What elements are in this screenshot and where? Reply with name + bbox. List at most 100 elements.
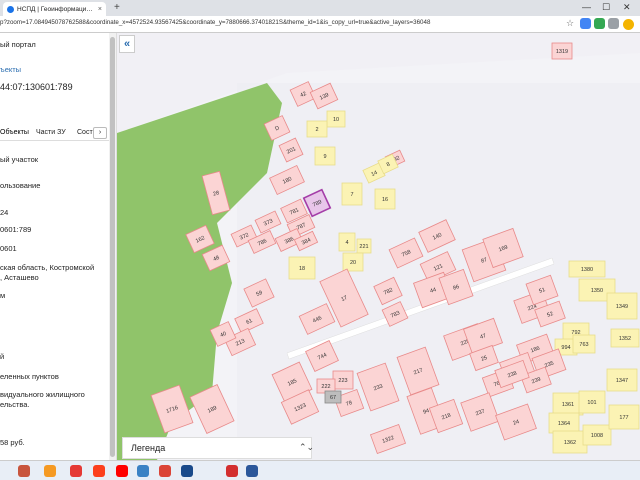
parcel[interactable]: 101 bbox=[578, 390, 606, 414]
field-cadastral-tail: 0601:789 bbox=[0, 225, 32, 234]
tabs-scroll-right-button[interactable]: › bbox=[93, 127, 107, 139]
maximize-button[interactable]: ☐ bbox=[602, 2, 610, 13]
parcel[interactable]: 223 bbox=[332, 370, 354, 390]
youtube-icon[interactable] bbox=[116, 465, 128, 477]
parcel[interactable]: 1347 bbox=[606, 368, 638, 392]
parcel-label: 1350 bbox=[591, 288, 603, 294]
field-usage: ользование bbox=[0, 181, 41, 190]
parcel[interactable]: 1008 bbox=[582, 424, 612, 446]
cadastral-map[interactable]: 42 139 10 2 D 201 9 192 14 8 180 7 16 28 789 781 373 787 3… bbox=[117, 33, 640, 460]
close-window-button[interactable]: ✕ bbox=[623, 2, 631, 13]
field-category: еленных пунктов bbox=[0, 372, 59, 381]
profile-avatar[interactable] bbox=[623, 19, 634, 30]
extension-icon[interactable] bbox=[580, 18, 591, 29]
tab-composition[interactable]: Сост bbox=[77, 129, 93, 136]
cadastral-number: 44:07:130601:789 bbox=[0, 82, 73, 92]
minimize-button[interactable]: — bbox=[582, 2, 591, 12]
parcel-label: 1008 bbox=[591, 433, 603, 439]
close-tab-icon[interactable]: × bbox=[98, 6, 102, 13]
tab-objects[interactable]: Объекты bbox=[0, 129, 29, 136]
os-taskbar bbox=[0, 460, 640, 480]
field-area-unit: м bbox=[0, 291, 6, 300]
parcel[interactable]: 1380 bbox=[568, 260, 606, 278]
parcel[interactable]: 4 bbox=[338, 232, 356, 252]
parcel-label: 4 bbox=[345, 240, 348, 246]
parcel-label: 1361 bbox=[562, 402, 574, 408]
address-bar[interactable]: p?zoom=17.084945078762588&coordinate_x=4… bbox=[0, 16, 640, 33]
tab-land-parts[interactable]: Части ЗУ bbox=[36, 129, 66, 136]
chrome-icon[interactable] bbox=[159, 465, 171, 477]
map-canvas[interactable]: 42 139102D2019 19214818071628789781373 7873… bbox=[117, 33, 640, 460]
legend-dropdown[interactable]: Легенда ⌃⌄ bbox=[122, 437, 314, 459]
parcel[interactable]: 1319 bbox=[551, 42, 573, 60]
parcel[interactable]: 16 bbox=[374, 188, 396, 210]
scrollbar-thumb[interactable] bbox=[110, 37, 115, 457]
app-icon[interactable] bbox=[137, 465, 149, 477]
app-icon-2[interactable] bbox=[226, 465, 238, 477]
parcel[interactable]: 20 bbox=[342, 252, 364, 272]
url-text[interactable]: p?zoom=17.084945078762588&coordinate_x=4… bbox=[0, 19, 470, 26]
parcel-label: 67 bbox=[330, 395, 336, 401]
parcel[interactable]: 7 bbox=[341, 182, 363, 206]
antelope-app-icon[interactable] bbox=[18, 465, 30, 477]
parcel[interactable]: 177 bbox=[608, 404, 640, 430]
parcel-label: 18 bbox=[299, 266, 305, 272]
parcel-label: 1347 bbox=[616, 378, 628, 384]
ok-icon[interactable] bbox=[44, 465, 56, 477]
extension-icon[interactable] bbox=[594, 18, 605, 29]
parcel-label: 1362 bbox=[564, 440, 576, 446]
parcel[interactable]: 67 bbox=[324, 390, 342, 404]
browser-tab[interactable]: НСПД | Геоинформационный п × bbox=[3, 2, 106, 16]
parcel-label: 101 bbox=[587, 400, 596, 406]
parcel-label: 1319 bbox=[556, 49, 568, 55]
parcel-label: 2 bbox=[315, 127, 318, 133]
site-favicon-icon bbox=[7, 5, 14, 13]
parcel-label: 177 bbox=[619, 415, 628, 421]
yandex-icon[interactable] bbox=[70, 465, 82, 477]
browser-tab-title: НСПД | Геоинформационный п bbox=[17, 5, 96, 13]
collapse-panel-button[interactable]: « bbox=[119, 35, 135, 53]
info-tabs: Объекты Части ЗУ Сост › bbox=[0, 125, 112, 141]
parcel[interactable]: 9 bbox=[314, 146, 336, 166]
parcel-label: 7 bbox=[350, 192, 353, 198]
field-quarter: 0601 bbox=[0, 244, 17, 253]
parcel[interactable]: 221 bbox=[356, 238, 372, 254]
parcel[interactable]: 2 bbox=[306, 120, 328, 138]
parcel-label: 16 bbox=[382, 197, 388, 203]
field-address-line2: , Асташево bbox=[0, 273, 39, 282]
parcel-label: 222 bbox=[321, 384, 330, 390]
parcel-label: 221 bbox=[359, 244, 368, 250]
parcel[interactable]: 18 bbox=[288, 256, 316, 280]
field-status: й bbox=[0, 352, 5, 361]
legend-label: Легенда bbox=[131, 443, 166, 453]
sidebar-scrollbar[interactable] bbox=[109, 33, 116, 460]
parcel-label: 763 bbox=[579, 342, 588, 348]
parcel[interactable]: 1349 bbox=[606, 292, 638, 320]
objects-link[interactable]: ъекты bbox=[0, 65, 21, 74]
browser-tab-bar: НСПД | Геоинформационный п × + — ☐ ✕ bbox=[0, 0, 640, 16]
parcel[interactable]: 1361 bbox=[552, 392, 584, 416]
bookmark-star-icon[interactable]: ☆ bbox=[566, 18, 574, 29]
new-tab-button[interactable]: + bbox=[114, 2, 120, 13]
parcel[interactable]: 1364 bbox=[548, 412, 580, 434]
field-address-line1: ская область, Костромской bbox=[0, 263, 95, 272]
field-object-type: ый участок bbox=[0, 155, 39, 164]
parcel-label: 1364 bbox=[558, 421, 570, 427]
portal-title: ый портал bbox=[0, 40, 36, 49]
chevron-updown-icon[interactable]: ⌃⌄ bbox=[299, 442, 314, 453]
parcel-label: 1349 bbox=[616, 304, 628, 310]
parcel[interactable]: 1352 bbox=[610, 328, 640, 348]
field-permitted-use-1: видуального жилищного bbox=[0, 390, 85, 399]
parcel-label: 223 bbox=[338, 378, 347, 384]
extensions-puzzle-icon[interactable] bbox=[608, 18, 619, 29]
parcel-label: 1380 bbox=[581, 267, 593, 273]
parcel[interactable]: 10 bbox=[326, 110, 346, 128]
word-icon[interactable] bbox=[246, 465, 258, 477]
parcel[interactable]: 763 bbox=[572, 334, 596, 354]
parcel-label: 994 bbox=[561, 345, 570, 351]
firefox-icon[interactable] bbox=[181, 465, 193, 477]
parcel-label: 9 bbox=[323, 154, 326, 160]
field-cadastral-value: 58 руб. bbox=[0, 438, 25, 447]
yandex-browser-icon[interactable] bbox=[93, 465, 105, 477]
parcel[interactable]: 1362 bbox=[552, 430, 588, 454]
